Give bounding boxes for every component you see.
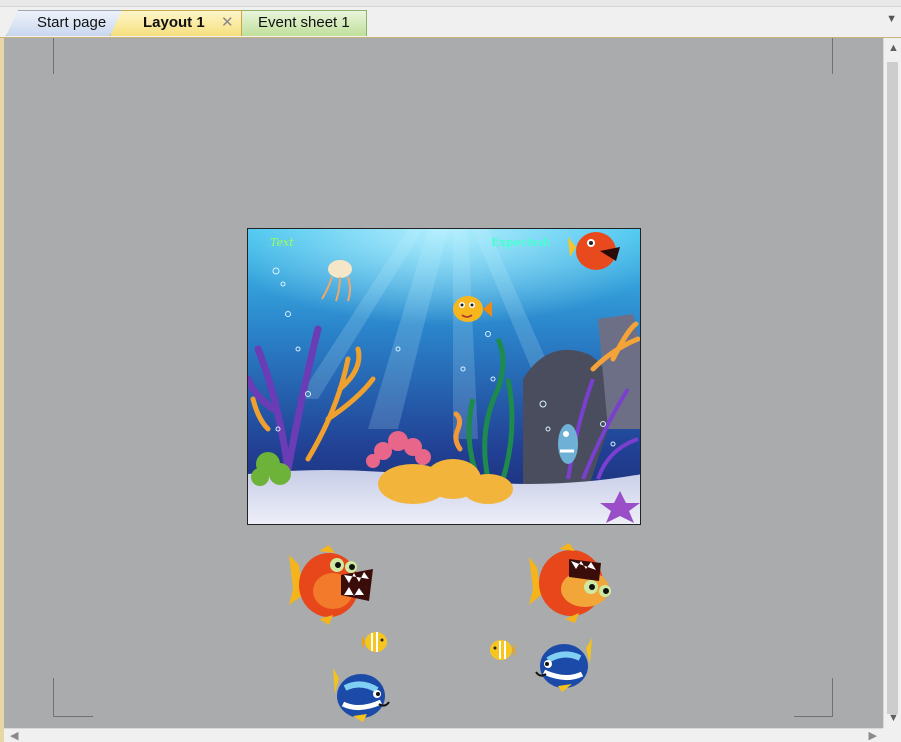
horizontal-scrollbar[interactable]: ◀ ▶ <box>4 728 883 742</box>
close-tab-icon[interactable]: ✕ <box>221 11 234 35</box>
margin-corner-marker <box>832 38 833 74</box>
margin-corner-marker <box>53 716 93 717</box>
margin-corner-marker <box>794 716 833 717</box>
vertical-scrollbar[interactable]: ▲ ▼ <box>883 38 901 728</box>
document-tab-bar: Start page Event sheet 1 Layout 1 ✕ ▼ <box>0 0 901 38</box>
tab-bar-top-edge <box>0 0 901 7</box>
tab-event-sheet[interactable]: Event sheet 1 <box>241 10 367 36</box>
scroll-up-icon[interactable]: ▲ <box>888 42 899 54</box>
expected-label-text[interactable]: Expected: <box>491 236 551 249</box>
margin-corner-marker <box>832 678 833 716</box>
small-yellow-fish-sprite[interactable] <box>362 630 388 654</box>
vertical-scroll-thumb[interactable] <box>887 62 898 714</box>
underwater-background-sprite[interactable]: Text Expected: <box>247 228 641 525</box>
scroll-right-icon[interactable]: ▶ <box>869 729 877 742</box>
tab-label: Start page <box>37 14 107 31</box>
tab-label: Layout 1 <box>143 14 205 31</box>
tab-start-page[interactable]: Start page <box>6 10 124 36</box>
small-yellow-fish-sprite[interactable] <box>489 638 515 662</box>
text-object[interactable]: Text <box>270 236 294 249</box>
tab-list-dropdown-icon[interactable]: ▼ <box>886 13 897 25</box>
tab-label: Event sheet 1 <box>258 14 350 31</box>
piranha-sprite[interactable] <box>529 543 617 623</box>
tab-layout[interactable]: Layout 1 ✕ <box>110 10 242 36</box>
scrollbar-corner <box>883 728 901 742</box>
scroll-down-icon[interactable]: ▼ <box>888 712 899 724</box>
scroll-left-icon[interactable]: ◀ <box>10 729 18 742</box>
margin-corner-marker <box>53 38 54 74</box>
margin-corner-marker <box>53 678 54 716</box>
piranha-sprite[interactable] <box>289 545 377 625</box>
blue-tang-fish-sprite[interactable] <box>532 638 592 692</box>
underwater-background-image <box>248 229 640 524</box>
blue-tang-fish-sprite[interactable] <box>333 668 393 722</box>
